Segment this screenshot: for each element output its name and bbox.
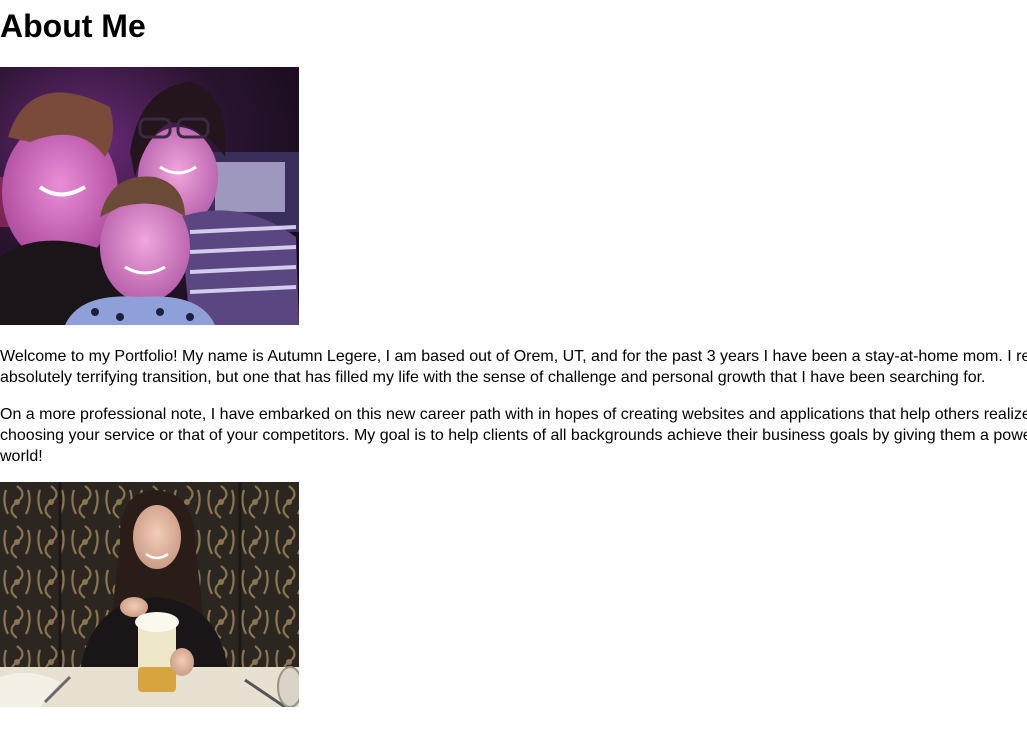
about-page: About Me Welcome to my Portfolio! My nam… (0, 0, 1027, 729)
page-title: About Me (0, 8, 146, 44)
intro-paragraph: Welcome to my Portfolio! My name is Autu… (0, 346, 1027, 388)
intro-line-2: absolutely terrifying transition, but on… (0, 369, 986, 386)
family-photo (0, 67, 299, 325)
professional-line-1: On a more professional note, I have emba… (0, 406, 1027, 423)
intro-line-1: Welcome to my Portfolio! My name is Autu… (0, 348, 1027, 365)
professional-paragraph: On a more professional note, I have emba… (0, 404, 1027, 467)
professional-line-3: world! (0, 448, 43, 465)
portrait-photo (0, 482, 299, 707)
professional-line-2: choosing your service or that of your co… (0, 427, 1027, 444)
